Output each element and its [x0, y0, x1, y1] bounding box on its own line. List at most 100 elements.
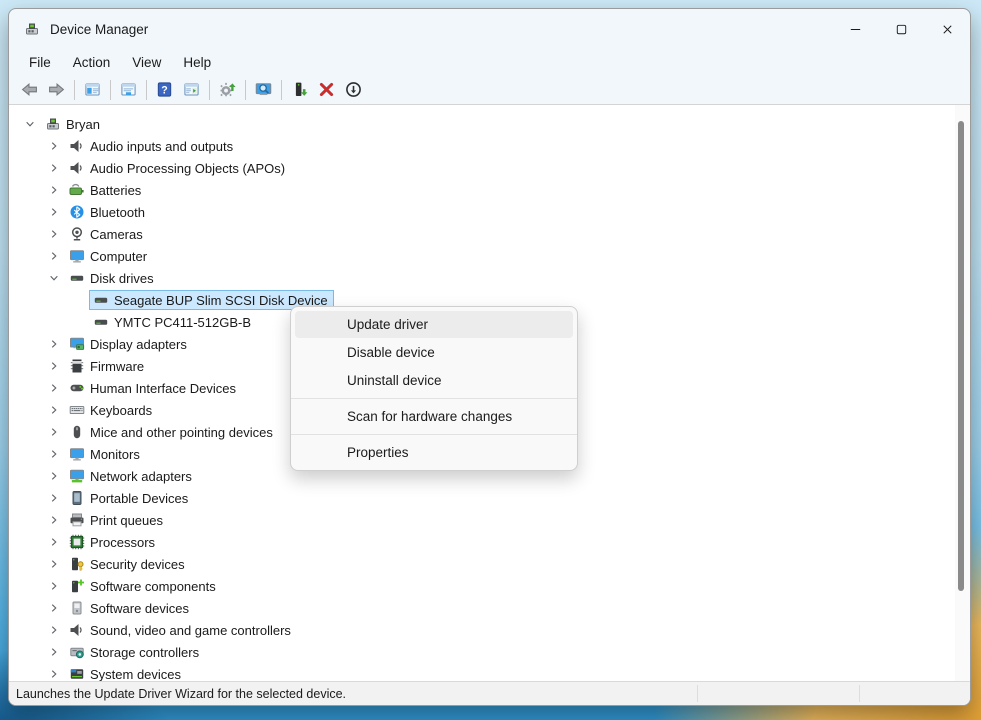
context-menu-item-disable-device[interactable]: Disable device [295, 339, 573, 366]
chevron-right-icon[interactable] [43, 160, 65, 176]
chevron-right-icon[interactable] [43, 446, 65, 462]
scan-for-hardware-changes-button[interactable] [250, 78, 277, 102]
tree-item-computer[interactable]: Computer [9, 245, 970, 267]
tree-item-content[interactable]: System devices [65, 664, 187, 681]
tree-item-content[interactable]: Human Interface Devices [65, 378, 242, 398]
speaker-icon [69, 138, 85, 154]
chevron-right-icon[interactable] [43, 424, 65, 440]
tree-item-content[interactable]: YMTC PC411-512GB-B [89, 312, 257, 332]
tree-item-content[interactable]: Batteries [65, 180, 147, 200]
chevron-right-icon[interactable] [43, 468, 65, 484]
vertical-scrollbar[interactable] [955, 105, 970, 681]
tree-item-processors[interactable]: Processors [9, 531, 970, 553]
tree-item-content[interactable]: Monitors [65, 444, 146, 464]
tree-item-content[interactable]: Computer [65, 246, 153, 266]
tree-item-cameras[interactable]: Cameras [9, 223, 970, 245]
scrollbar-thumb[interactable] [958, 121, 964, 591]
tree-item-storage-controllers[interactable]: Storage controllers [9, 641, 970, 663]
tree-item-content[interactable]: Firmware [65, 356, 150, 376]
menu-action[interactable]: Action [63, 53, 121, 72]
tree-item-audio-processing-objects-apos[interactable]: Audio Processing Objects (APOs) [9, 157, 970, 179]
menu-view[interactable]: View [122, 53, 171, 72]
menu-file[interactable]: File [19, 53, 61, 72]
tree-item-print-queues[interactable]: Print queues [9, 509, 970, 531]
disk-drive-icon [93, 292, 109, 308]
tree-item-content[interactable]: Portable Devices [65, 488, 194, 508]
tree-item-security-devices[interactable]: Security devices [9, 553, 970, 575]
chevron-right-icon[interactable] [43, 556, 65, 572]
context-menu-item-update-driver[interactable]: Update driver [295, 311, 573, 338]
chevron-right-icon[interactable] [43, 182, 65, 198]
chevron-right-icon[interactable] [43, 138, 65, 154]
monitor-icon [68, 446, 85, 462]
tree-item-bluetooth[interactable]: Bluetooth [9, 201, 970, 223]
tree-item-content[interactable]: Cameras [65, 224, 149, 244]
chevron-down-icon[interactable] [43, 270, 65, 286]
tree-item-content[interactable]: Bryan [41, 114, 106, 134]
update-device-driver-button[interactable] [286, 78, 313, 102]
chevron-right-icon[interactable] [43, 226, 65, 242]
chevron-right-icon[interactable] [43, 402, 65, 418]
tree-item-system-devices[interactable]: System devices [9, 663, 970, 681]
disable-device-button[interactable] [340, 78, 367, 102]
forward-button[interactable] [43, 78, 70, 102]
chevron-right-icon[interactable] [43, 336, 65, 352]
chevron-right-icon[interactable] [43, 578, 65, 594]
chevron-right-icon[interactable] [43, 666, 65, 681]
maximize-button[interactable] [878, 9, 924, 49]
chevron-right-icon[interactable] [43, 358, 65, 374]
speaker-icon [68, 160, 85, 176]
chevron-right-icon[interactable] [43, 534, 65, 550]
close-button[interactable] [924, 9, 970, 49]
firmware-icon [69, 358, 85, 374]
tree-item-content[interactable]: Software devices [65, 598, 195, 618]
tree-item-audio-inputs-and-outputs[interactable]: Audio inputs and outputs [9, 135, 970, 157]
chevron-right-icon[interactable] [43, 490, 65, 506]
tree-item-content[interactable]: Processors [65, 532, 161, 552]
tree-item-software-components[interactable]: Software components [9, 575, 970, 597]
tree-item-disk-drives[interactable]: Disk drives [9, 267, 970, 289]
tree-item-content[interactable]: Bluetooth [65, 202, 151, 222]
chevron-right-icon[interactable] [43, 512, 65, 528]
chevron-right-icon[interactable] [43, 600, 65, 616]
properties-button[interactable] [115, 78, 142, 102]
context-menu-item-properties[interactable]: Properties [295, 439, 573, 466]
tree-item-content[interactable]: Print queues [65, 510, 169, 530]
tree-item-content[interactable]: Display adapters [65, 334, 193, 354]
tree-item-label: Portable Devices [90, 491, 188, 506]
tree-item-content[interactable]: Software components [65, 576, 222, 596]
chevron-right-icon[interactable] [43, 248, 65, 264]
chevron-right-icon[interactable] [43, 380, 65, 396]
tree-item-content[interactable]: Mice and other pointing devices [65, 422, 279, 442]
context-menu-item-scan-for-hardware-changes[interactable]: Scan for hardware changes [295, 403, 573, 430]
tree-item-content[interactable]: Keyboards [65, 400, 158, 420]
help-button[interactable]: ? [151, 78, 178, 102]
minimize-button[interactable] [832, 9, 878, 49]
display-adapter-icon [68, 336, 85, 352]
show-console-tree-button[interactable] [79, 78, 106, 102]
tree-item-bryan[interactable]: Bryan [9, 113, 970, 135]
tree-item-content[interactable]: Audio Processing Objects (APOs) [65, 158, 291, 178]
tree-item-batteries[interactable]: Batteries [9, 179, 970, 201]
tree-item-portable-devices[interactable]: Portable Devices [9, 487, 970, 509]
uninstall-device-button[interactable] [313, 78, 340, 102]
title-bar: Device Manager [9, 9, 970, 49]
chevron-right-icon[interactable] [43, 622, 65, 638]
tree-item-label: Print queues [90, 513, 163, 528]
back-button[interactable] [16, 78, 43, 102]
tree-item-content[interactable]: Disk drives [65, 268, 160, 288]
update-driver-software-button[interactable] [214, 78, 241, 102]
tree-item-content[interactable]: Storage controllers [65, 642, 205, 662]
action-pane-button[interactable] [178, 78, 205, 102]
chevron-right-icon[interactable] [43, 644, 65, 660]
tree-item-software-devices[interactable]: Software devices [9, 597, 970, 619]
tree-item-sound-video-and-game-controllers[interactable]: Sound, video and game controllers [9, 619, 970, 641]
chevron-right-icon[interactable] [43, 204, 65, 220]
context-menu-item-uninstall-device[interactable]: Uninstall device [295, 367, 573, 394]
chevron-down-icon[interactable] [19, 116, 41, 132]
menu-help[interactable]: Help [173, 53, 221, 72]
tree-item-content[interactable]: Network adapters [65, 466, 198, 486]
tree-item-content[interactable]: Audio inputs and outputs [65, 136, 239, 156]
tree-item-content[interactable]: Sound, video and game controllers [65, 620, 297, 640]
tree-item-content[interactable]: Security devices [65, 554, 191, 574]
